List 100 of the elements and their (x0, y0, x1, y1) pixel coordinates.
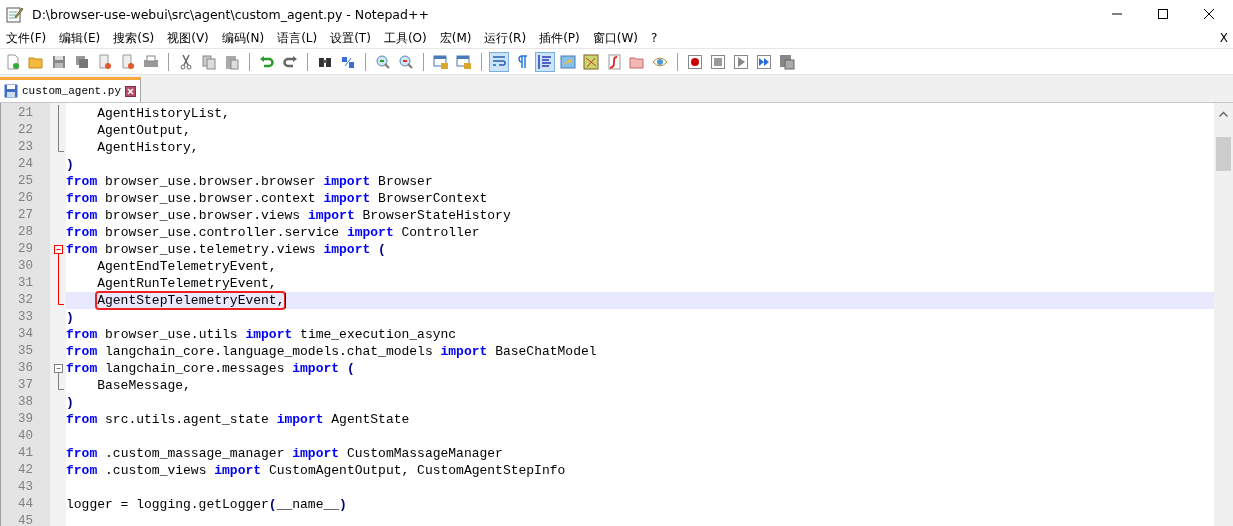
code-token: from (66, 190, 98, 207)
code-token: BrowserContext (378, 190, 488, 207)
code-token: import (323, 241, 371, 258)
code-token: import (214, 462, 262, 479)
tab-label: custom_agent.py (22, 85, 122, 97)
menu-item[interactable]: 文件(F) (6, 29, 47, 47)
window-title: D:\browser-use-webui\src\agent\custom_agent.py - Notepad++ (32, 6, 429, 22)
menu-item[interactable]: 工具(O) (383, 29, 427, 47)
vertical-scrollbar[interactable] (1214, 103, 1233, 526)
menu-item[interactable]: 宏(M) (439, 29, 472, 47)
code-token: AgentState (331, 411, 410, 428)
code-token: ( (346, 360, 355, 377)
line-number: 25 (17, 173, 34, 190)
close-document-button[interactable]: X (1219, 31, 1233, 45)
code-token: ) (66, 156, 74, 173)
line-number: 21 (17, 105, 34, 122)
code-token: Controller (401, 224, 480, 241)
close-icon[interactable] (1203, 8, 1215, 20)
scrollbar-thumb[interactable] (1216, 137, 1231, 171)
code-token: ) (339, 496, 347, 513)
code-token: from (66, 207, 98, 224)
maximize-icon[interactable] (1157, 8, 1169, 20)
code-token: from (66, 173, 98, 190)
line-number: 40 (17, 428, 34, 445)
code-token: logger = logging.getLogger (66, 496, 269, 513)
line-number: 44 (17, 496, 34, 513)
line-number: 43 (17, 479, 34, 496)
code-token: browser_use.browser.views (105, 207, 302, 224)
code-token: ) (66, 394, 74, 411)
line-number: 30 (17, 258, 34, 275)
line-number: 26 (17, 190, 34, 207)
line-number: 35 (17, 343, 34, 360)
code-token: AgentHistoryList, (97, 105, 230, 122)
line-number: 42 (17, 462, 34, 479)
file-tab[interactable]: custom_agent.py (0, 77, 142, 102)
word-wrap-icon[interactable] (489, 51, 509, 72)
menu-item[interactable]: 搜索(S) (113, 29, 155, 47)
line-number: 32 (17, 292, 34, 309)
code-token: ( (268, 496, 277, 513)
menu-item[interactable]: ? (650, 31, 658, 45)
code-token: import (307, 207, 355, 224)
code-token: from (66, 343, 98, 360)
code-token: browser_use.browser.browser (105, 173, 317, 190)
line-number: 45 (17, 513, 34, 526)
line-number: 41 (17, 445, 34, 462)
menu-item[interactable]: 视图(V) (167, 29, 209, 47)
code-token: AgentHistory, (97, 139, 199, 156)
indent-guide-icon[interactable] (535, 51, 555, 72)
code-token: import (245, 326, 293, 343)
code-token: from (66, 411, 98, 428)
line-number: 24 (17, 156, 34, 173)
line-number: 29 (17, 241, 34, 258)
menu-item[interactable]: 语言(L) (277, 29, 318, 47)
line-number: 36 (17, 360, 34, 377)
code-token: CustomMassageManager (346, 445, 503, 462)
scroll-up-icon[interactable] (1219, 111, 1228, 117)
code-token: import (440, 343, 488, 360)
code-token: from (66, 360, 98, 377)
code-token: browser_use.utils (105, 326, 239, 343)
code-token: ( (378, 241, 386, 258)
code-token: .custom_massage_manager (105, 445, 286, 462)
menu-item[interactable]: 编辑(E) (59, 29, 101, 47)
line-number: 27 (17, 207, 34, 224)
menu-item[interactable]: 编码(N) (221, 29, 265, 47)
code-token: .custom_views (105, 462, 208, 479)
line-number: 38 (17, 394, 34, 411)
menu-item[interactable]: 设置(T) (330, 29, 371, 47)
menu-item[interactable]: 插件(P) (539, 29, 580, 47)
code-token: from (66, 462, 98, 479)
line-number: 39 (17, 411, 34, 428)
code-token: __name__ (276, 496, 340, 513)
code-token: import (323, 173, 371, 190)
code-token: AgentEndTelemetryEvent, (97, 258, 277, 275)
code-token: time_execution_async (300, 326, 457, 343)
close-icon[interactable] (125, 85, 137, 97)
code-token: langchain_core.language_models.chat_models (105, 343, 434, 360)
line-number: 34 (17, 326, 34, 343)
code-token: Browser (378, 173, 433, 190)
line-number: 28 (17, 224, 34, 241)
code-token: BaseMessage, (97, 377, 191, 394)
notepad-icon (6, 5, 24, 23)
code-token: BaseChatModel (495, 343, 597, 360)
code-token: BrowserStateHistory (362, 207, 511, 224)
code-token: ) (66, 309, 74, 326)
code-token: from (66, 445, 98, 462)
line-number: 23 (17, 139, 34, 156)
code-token: src.utils.agent_state (105, 411, 270, 428)
code-token: import (292, 360, 340, 377)
line-number: 37 (17, 377, 34, 394)
highlight-box: AgentStepTelemetryEvent, (97, 293, 285, 308)
line-number: 31 (17, 275, 34, 292)
code-token: import (323, 190, 371, 207)
code-token: from (66, 241, 98, 258)
code-token: import (346, 224, 394, 241)
menu-item[interactable]: 运行(R) (484, 29, 527, 47)
code-token: AgentRunTelemetryEvent, (97, 275, 277, 292)
line-number: 22 (17, 122, 34, 139)
code-token: AgentOutput, (97, 122, 191, 139)
line-number: 33 (17, 309, 34, 326)
menu-item[interactable]: 窗口(W) (592, 29, 638, 47)
